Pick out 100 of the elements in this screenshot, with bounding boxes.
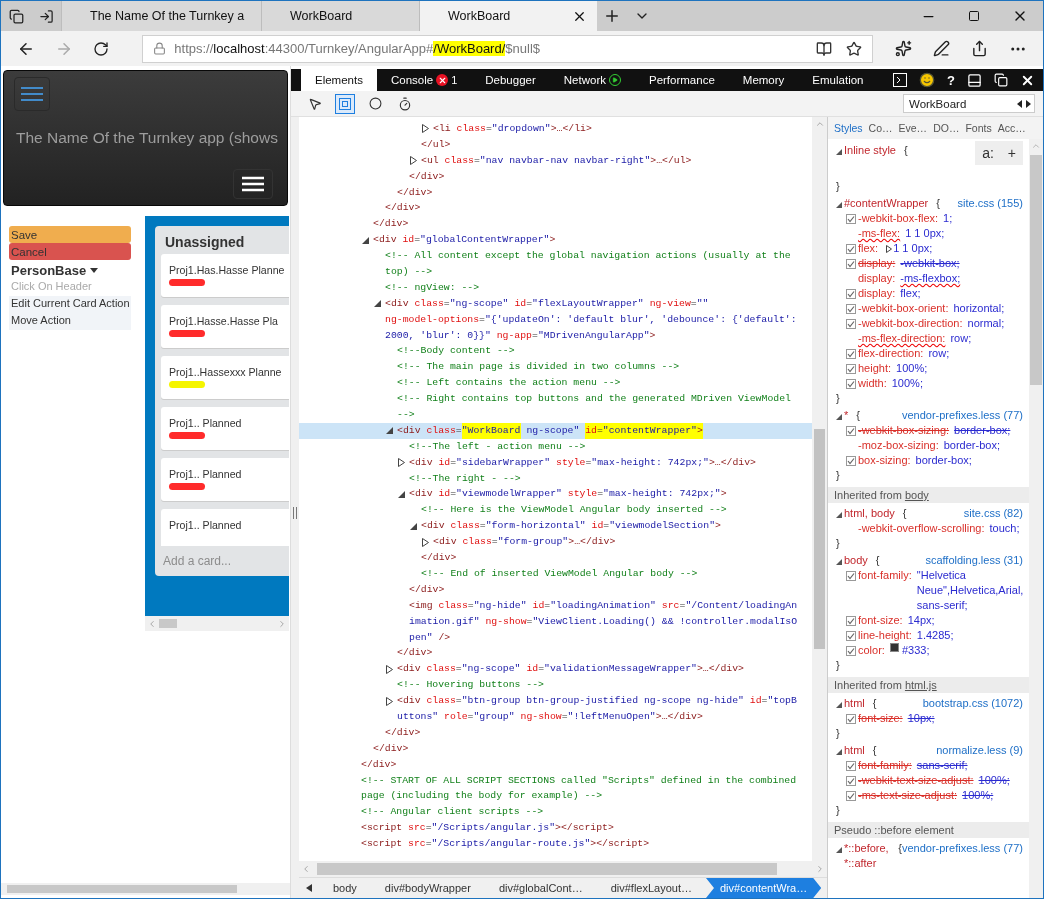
styles-tab[interactable]: DO… [933,122,960,134]
collapsed-triangle-icon[interactable] [398,458,405,468]
dom-node[interactable]: <!--Body content --> [299,343,812,360]
property-checkbox[interactable] [846,570,856,581]
toolbar-button[interactable]: a: [975,141,1001,165]
dom-node[interactable]: </div> [299,184,812,201]
horizontal-scrollbar[interactable] [299,861,827,877]
console-icon[interactable] [893,73,908,87]
dom-node[interactable]: <ul class="nav navbar-nav navbar-right">…</ul> [299,152,812,169]
expanded-triangle-icon[interactable] [836,702,842,708]
breadcrumb[interactable]: div#flexLayout… [596,878,706,898]
browser-tab[interactable]: WorkBoard [261,1,419,31]
dom-node[interactable]: <!-- Here is the ViewModel Angular body inserted --> [299,502,812,519]
book-icon[interactable] [816,40,832,57]
source-link[interactable]: vendor-prefixes.less (77) [901,841,1023,856]
expanded-triangle-icon[interactable] [836,414,842,420]
task-card[interactable]: Proj1.Has.Hasse Planne [161,254,289,297]
source-link[interactable]: bootstrap.css (1072) [922,696,1023,711]
smiley-icon[interactable] [919,72,936,88]
collapsed-triangle-icon[interactable] [386,696,393,706]
scroll-thumb[interactable] [159,619,177,628]
dom-node[interactable]: </div> [299,200,812,217]
property-checkbox[interactable] [846,645,856,656]
collapsed-triangle-icon[interactable] [386,664,393,674]
devtools-tab[interactable]: Elements [301,69,377,91]
property-checkbox[interactable] [846,318,856,329]
dom-node[interactable]: <div class="btn-group btn-group-justified ng-scope ng-hide" id="topB uttons" role="group" ng-show="!leftMenuOpen">…</div> [299,693,812,725]
source-link[interactable]: site.css (82) [963,506,1023,521]
splitter-grip-icon[interactable] [293,506,297,519]
dom-node[interactable]: </div> [299,740,812,757]
devtools-tab[interactable]: Debugger [471,69,550,91]
dom-node[interactable]: </div> [299,550,812,566]
styles-tab[interactable]: Styles [834,122,863,134]
dom-node[interactable]: <!-- All content except the global navigation actions (usually at the top) --> [299,248,812,280]
task-card[interactable]: Proj1.. Planned [161,509,289,546]
action-button[interactable]: Save [9,226,131,243]
dom-node[interactable]: <li class="dropdown">…</li> [299,121,812,137]
dom-node[interactable]: <!-- Right contains top buttons and the generated MDriven ViewModel --> [299,391,812,423]
breadcrumb[interactable]: div#globalCont… [484,878,597,898]
property-checkbox[interactable] [846,288,856,299]
property-checkbox[interactable] [846,213,856,224]
expanded-triangle-icon[interactable] [836,749,842,755]
source-link[interactable]: vendor-prefixes.less (77) [901,408,1023,423]
dom-node[interactable]: <div class="form-group">…</div> [299,534,812,551]
undock-icon[interactable] [994,73,1008,87]
scroll-thumb[interactable] [814,429,825,649]
scroll-thumb[interactable] [7,885,237,893]
dock-icon[interactable] [967,72,982,88]
dom-node[interactable]: <div id="viewmodelWrapper" style="max-height: 742px;"> [299,486,812,503]
task-card[interactable]: Proj1.Hasse.Hasse Pla [161,305,289,348]
styles-tab[interactable]: Eve… [898,122,928,134]
highlight-toggle[interactable] [335,93,355,114]
scroll-thumb[interactable] [317,863,777,875]
dom-node[interactable]: <!-- ngView: --> [299,279,812,296]
dom-node[interactable]: <div class="ng-scope" id="flexLayoutWrapper" ng-view="" ng-model-options="{'updateOn': 'default blur', 'debounce': {'default': 2000, 'blur': 0}}" ng-app="MDrivenAngularApp"> [299,295,812,344]
dom-node[interactable]: <!-- Hovering buttons --> [299,677,812,694]
menu-title[interactable]: PersonBase [11,263,87,278]
dom-node[interactable]: </div> [299,645,812,662]
styles-tab[interactable]: Fonts [965,122,992,134]
toolbar-button[interactable]: + [1000,141,1023,165]
vertical-scrollbar[interactable] [1029,139,1043,898]
breadcrumb[interactable]: div#contentWra… [706,878,822,898]
dom-node[interactable]: <script src="/Scripts/angular.js"></script> [299,820,812,837]
dom-node[interactable]: </div> [299,581,812,598]
breadcrumb[interactable]: body [319,878,371,898]
vertical-scrollbar[interactable] [812,117,827,861]
property-checkbox[interactable] [846,303,856,314]
collapsed-triangle-icon[interactable] [886,245,893,253]
property-checkbox[interactable] [846,243,856,254]
property-checkbox[interactable] [846,775,856,786]
property-checkbox[interactable] [846,363,856,374]
devtools-tab[interactable]: Network [549,69,635,91]
dom-node[interactable]: <!-- START OF ALL SCRIPT SECTIONS called "Scripts" defined in the combined page (including the body for example) --> [299,772,812,805]
dom-node[interactable]: <div class="WorkBoard ng-scope" id="contentWrapper"> [299,422,812,439]
help-button[interactable]: ? [947,72,955,88]
menu-button[interactable] [233,169,273,199]
expanded-triangle-icon[interactable] [398,490,405,498]
collapsed-triangle-icon[interactable] [422,537,429,547]
expanded-triangle-icon[interactable] [836,512,842,518]
expanded-triangle-icon[interactable] [362,236,369,244]
source-link[interactable]: site.css (155) [957,196,1023,211]
property-checkbox[interactable] [846,713,856,724]
horizontal-scrollbar[interactable] [1,883,290,895]
dom-node[interactable]: <script src="/Scripts/angular-route.js"></script> [299,836,812,852]
task-card[interactable]: Proj1..Hassexxx Planne [161,356,289,399]
dom-node[interactable]: </div> [299,216,812,233]
property-checkbox[interactable] [846,455,856,466]
breadcrumb[interactable]: div#bodyWrapper [370,878,485,898]
browser-tab[interactable]: The Name Of the Turnkey a [61,1,261,31]
source-link[interactable]: normalize.less (9) [936,743,1023,758]
expanded-triangle-icon[interactable] [374,300,381,308]
dom-node[interactable]: </div> [299,724,812,741]
dom-node[interactable]: <img class="ng-hide" id="loadingAnimation" src="/Content/loadingAn imation.gif" ng-show="ViewClient.Loading() && !controller.modalIsO pen" /> [299,597,812,646]
dom-node[interactable]: </ul> [299,136,812,153]
source-link[interactable]: scaffolding.less (31) [925,553,1023,568]
scroll-thumb[interactable] [1030,155,1042,385]
dom-node[interactable]: <!--The right - --> [299,470,812,487]
expanded-triangle-icon[interactable] [836,847,842,853]
dom-node[interactable]: </div> [299,168,812,185]
devtools-tab[interactable]: Memory [728,69,799,91]
